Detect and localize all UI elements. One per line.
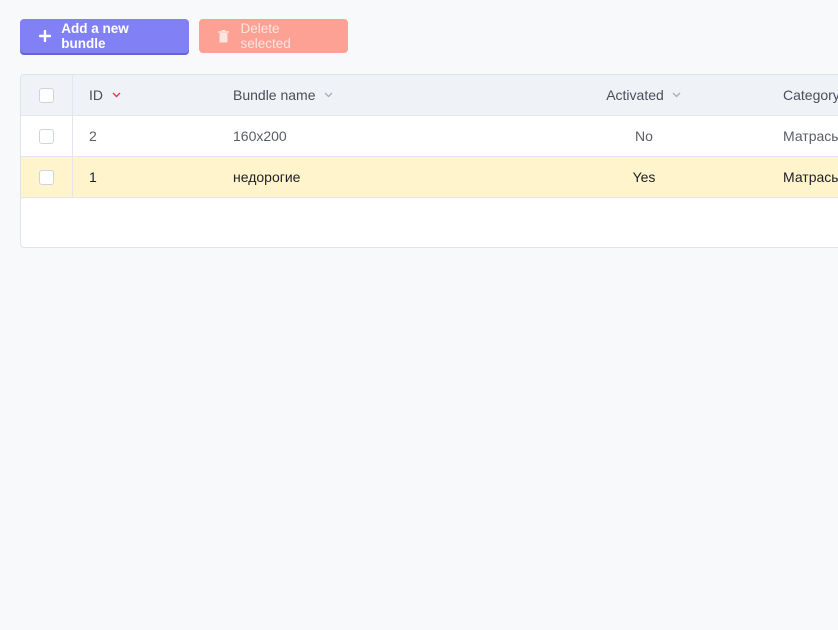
column-header-name[interactable]: Bundle name	[233, 75, 334, 115]
row-bundle-name: недорогие	[233, 169, 301, 185]
table-row[interactable]: 2 160x200 No Матрасы	[21, 116, 838, 157]
delete-selected-button[interactable]: Delete selected	[199, 19, 348, 53]
plus-icon	[38, 29, 51, 43]
row-checkbox[interactable]	[39, 128, 54, 144]
add-bundle-label: Add a new bundle	[61, 21, 129, 51]
chevron-down-icon	[324, 90, 334, 100]
row-activated: No	[635, 128, 653, 144]
select-all-checkbox[interactable]	[39, 87, 54, 103]
column-header-id[interactable]: ID	[89, 75, 121, 115]
column-header-id-label: ID	[89, 87, 103, 103]
select-all-cell	[21, 75, 73, 115]
column-header-category[interactable]: Category	[783, 75, 838, 115]
bundles-table: ID Bundle name Activated Category 2 160x…	[20, 74, 838, 248]
column-header-activated-label: Activated	[606, 87, 664, 103]
column-header-name-label: Bundle name	[233, 87, 316, 103]
add-bundle-button[interactable]: Add a new bundle	[20, 19, 189, 53]
toolbar: Add a new bundle Delete selected	[20, 19, 348, 53]
sort-chevron-down-icon	[111, 90, 121, 100]
row-activated: Yes	[632, 169, 656, 185]
row-id: 1	[89, 169, 97, 185]
delete-selected-label: Delete selected	[240, 21, 291, 51]
row-category: Матрасы	[783, 128, 838, 144]
row-category: Матрасы	[783, 169, 838, 185]
column-header-category-label: Category	[783, 87, 838, 103]
row-bundle-name: 160x200	[233, 128, 287, 144]
column-header-activated[interactable]: Activated	[581, 75, 707, 115]
trash-icon	[217, 29, 230, 43]
table-row[interactable]: 1 недорогие Yes Матрасы	[21, 157, 838, 198]
row-select-cell	[21, 116, 73, 156]
row-checkbox[interactable]	[39, 169, 54, 185]
table-header: ID Bundle name Activated Category	[21, 75, 838, 116]
chevron-down-icon	[672, 90, 682, 100]
row-id: 2	[89, 128, 97, 144]
row-select-cell	[21, 157, 73, 197]
